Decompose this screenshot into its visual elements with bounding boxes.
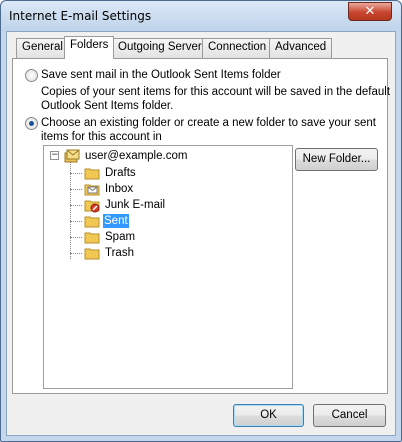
choose-folder-label-line1[interactable]: Choose an existing folder or create a ne… xyxy=(41,116,376,130)
window-title: Internet E-mail Settings xyxy=(9,9,152,23)
tab-advanced[interactable]: Advanced xyxy=(269,38,333,58)
new-folder-button[interactable]: New Folder... xyxy=(295,148,378,171)
tree-connector xyxy=(70,189,82,190)
folder-icon xyxy=(84,232,100,244)
tab-connection[interactable]: Connection xyxy=(202,38,273,58)
tree-connector xyxy=(70,173,82,174)
tree-folder-trash[interactable]: Trash xyxy=(104,246,135,260)
choose-folder-radio[interactable] xyxy=(25,117,38,130)
folder-icon xyxy=(84,168,100,180)
folders-tab-panel: Save sent mail in the Outlook Sent Items… xyxy=(12,58,391,394)
tab-general[interactable]: General xyxy=(16,38,69,58)
choose-folder-label-line2[interactable]: items for this account in xyxy=(41,130,162,144)
tree-connector xyxy=(70,221,82,222)
save-sent-radio[interactable] xyxy=(25,69,38,82)
cancel-button[interactable]: Cancel xyxy=(313,404,386,427)
tree-folder-spam[interactable]: Spam xyxy=(104,230,136,244)
tree-folder-sent[interactable]: Sent xyxy=(103,214,129,228)
save-sent-description-line2: Outlook Sent Items folder. xyxy=(41,100,174,112)
save-sent-label[interactable]: Save sent mail in the Outlook Sent Items… xyxy=(41,68,281,82)
tree-folder-junk-email[interactable]: Junk E-mail xyxy=(104,198,166,212)
tree-folder-drafts[interactable]: Drafts xyxy=(104,166,137,180)
tab-folders[interactable]: Folders xyxy=(64,36,115,59)
save-sent-description-line1: Copies of your sent items for this accou… xyxy=(41,86,391,98)
folder-icon xyxy=(84,248,100,260)
folder-tree[interactable]: − user@example.com Drafts Inbox Junk E-m… xyxy=(43,145,293,389)
tree-connector xyxy=(70,205,82,206)
tab-outgoing-server[interactable]: Outgoing Server xyxy=(112,38,208,58)
inbox-icon xyxy=(84,184,100,196)
tree-connector xyxy=(70,237,82,238)
collapse-root-expander[interactable]: − xyxy=(50,151,59,160)
title-bar[interactable]: Internet E-mail Settings ✕ xyxy=(1,1,401,31)
folder-icon xyxy=(84,216,100,228)
tree-connector xyxy=(70,253,82,254)
mail-account-icon xyxy=(64,149,80,163)
tree-root-account[interactable]: user@example.com xyxy=(84,149,188,163)
tree-connector xyxy=(70,162,71,259)
tree-folder-inbox[interactable]: Inbox xyxy=(104,182,134,196)
close-button[interactable]: ✕ xyxy=(348,2,392,21)
junk-folder-icon xyxy=(84,200,100,213)
ok-button[interactable]: OK xyxy=(233,404,304,427)
